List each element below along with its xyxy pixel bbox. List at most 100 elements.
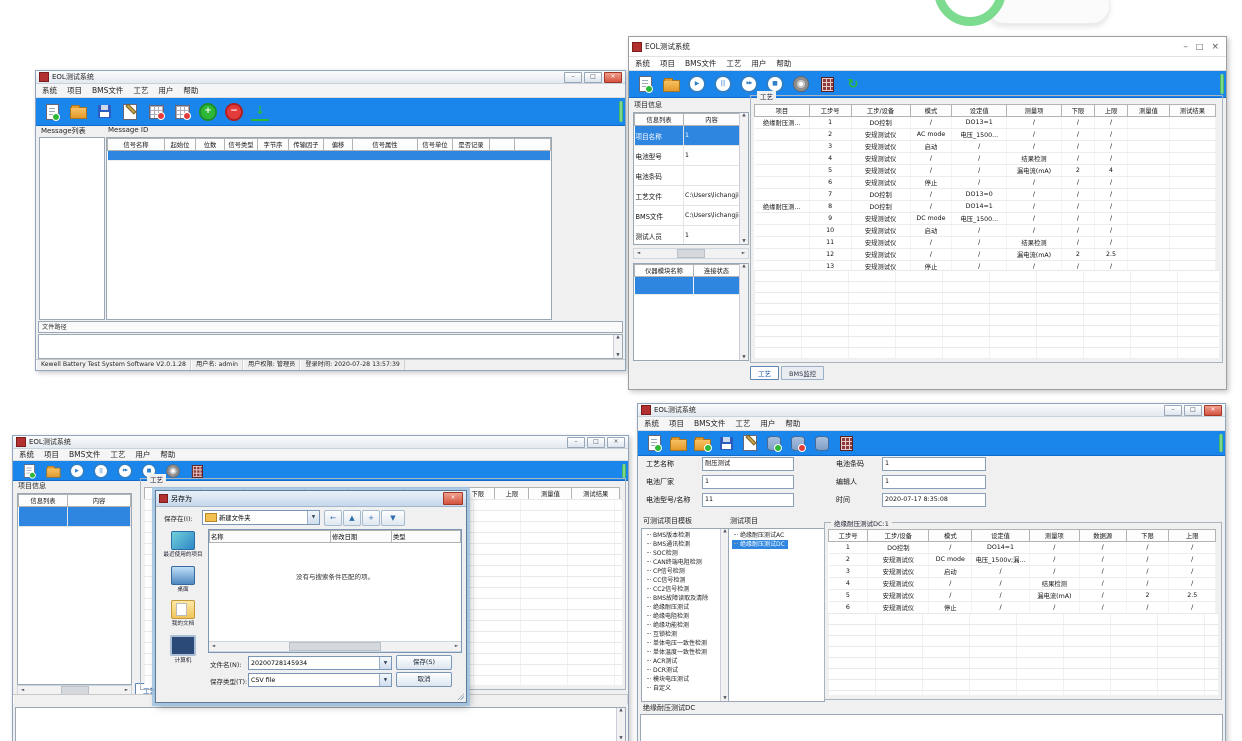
open-folder-icon[interactable] <box>69 104 87 120</box>
column-header[interactable]: 内容 <box>684 114 740 126</box>
info-row[interactable]: 电池条码 <box>635 166 740 186</box>
add-circle-icon[interactable]: + <box>199 104 217 120</box>
process-row[interactable]: 3 安规测试仪启动 // // <box>755 141 1216 153</box>
battery-barcode-input[interactable]: 1 <box>882 457 986 471</box>
resize-grip[interactable] <box>457 693 464 700</box>
place-computer[interactable]: 计算机 <box>160 635 206 665</box>
save-in-combo[interactable]: 新建文件夹 ▼ <box>202 510 320 525</box>
column-header[interactable]: 测量项 <box>1007 105 1062 117</box>
scroll-down-icon[interactable]: ▼ <box>740 239 749 244</box>
menu-item[interactable]: 工艺 <box>735 418 750 429</box>
open-folder-icon[interactable] <box>669 435 687 451</box>
menu-item[interactable]: 系统 <box>644 418 659 429</box>
tree-item[interactable]: CC信号检测 <box>645 576 729 585</box>
scroll-up-icon[interactable]: ▲ <box>740 113 749 118</box>
scroll-left-icon[interactable]: ◄ <box>18 688 27 693</box>
file-name-combo[interactable]: 20200728145934 ▼ <box>248 656 392 670</box>
new-file-icon[interactable] <box>645 435 663 451</box>
stop-icon[interactable]: ■ <box>766 76 784 92</box>
file-type-combo[interactable]: CSV file ▼ <box>248 673 392 687</box>
tree-item[interactable]: 模块电压测试 <box>645 675 729 684</box>
open-folder-icon[interactable] <box>662 76 680 92</box>
process-name-input[interactable]: 耐压测试 <box>702 457 794 471</box>
process-row[interactable]: 10 安规测试仪启动 // // <box>755 225 1216 237</box>
scroll-up-icon[interactable]: ▲ <box>740 264 749 269</box>
scroll-left-icon[interactable]: ◄ <box>209 644 218 649</box>
titlebar[interactable]: EOL测试系统 – □ × <box>638 404 1225 417</box>
selected-row[interactable] <box>108 151 551 161</box>
list-hscrollbar[interactable]: ◄ ► <box>209 641 461 652</box>
table-add-icon[interactable] <box>147 104 165 120</box>
tree-item[interactable]: CP信号检测 <box>645 567 729 576</box>
process-row[interactable]: 6 安规测试仪停止 // // <box>755 177 1216 189</box>
db-edit-icon[interactable] <box>813 435 831 451</box>
titlebar[interactable]: EOL测试系统 – □ × <box>36 71 625 84</box>
tab[interactable]: 工艺 <box>750 366 779 380</box>
calculator-icon[interactable] <box>818 76 836 92</box>
column-header[interactable]: 下限 <box>1061 105 1094 117</box>
column-header[interactable]: 信号属性 <box>353 139 418 151</box>
import-icon[interactable]: ↓ <box>251 103 269 121</box>
battery-model-input[interactable]: 11 <box>702 493 794 507</box>
column-header[interactable]: 上限 <box>1094 105 1127 117</box>
menu-item[interactable]: 帮助 <box>183 85 198 96</box>
scroll-right-icon[interactable]: ► <box>452 644 461 649</box>
tree-item[interactable]: 单体温度一致性检测 <box>645 648 729 657</box>
column-header[interactable]: 名称 <box>210 531 331 543</box>
column-header[interactable]: 上限 <box>495 488 529 500</box>
column-header[interactable]: 位数 <box>196 139 225 151</box>
column-header[interactable]: 内容 <box>68 495 131 507</box>
play-icon[interactable]: ▶ <box>69 464 84 478</box>
column-header[interactable]: 工步号 <box>829 530 868 542</box>
tree-item[interactable]: 绝缘电阻检测 <box>645 612 729 621</box>
column-header[interactable]: 信号单位 <box>418 139 453 151</box>
pause-icon[interactable]: || <box>93 464 108 478</box>
selected-row[interactable] <box>635 277 740 295</box>
menu-item[interactable]: 工艺 <box>133 85 148 96</box>
step-row[interactable]: 1DO控制 /DO14=1 // // <box>829 542 1216 554</box>
tree-item[interactable]: CC2信号检测 <box>645 585 729 594</box>
process-row[interactable]: 2 安规测试仪AC mode 电压_1500.../ // <box>755 129 1216 141</box>
menu-item[interactable]: 项目 <box>44 449 59 460</box>
column-header[interactable]: 模式 <box>929 530 972 542</box>
scroll-right-icon[interactable]: ► <box>739 251 748 256</box>
tab[interactable]: BMS监控 <box>781 366 824 380</box>
file-list[interactable]: 名称修改日期类型 没有与搜索条件匹配的项。 ◄ ► <box>208 529 462 653</box>
table-delete-icon[interactable] <box>173 104 191 120</box>
device-scrollbar[interactable]: ▲ ▼ <box>739 264 748 360</box>
column-header[interactable]: 测量项 <box>1029 530 1079 542</box>
scroll-down-icon[interactable]: ▼ <box>617 736 626 741</box>
column-header[interactable]: 修改日期 <box>331 531 392 543</box>
scroll-right-icon[interactable]: ► <box>122 688 131 693</box>
column-header[interactable]: 项目 <box>755 105 810 117</box>
log-scrollbar[interactable]: ▲ ▼ <box>613 335 622 358</box>
remove-circle-icon[interactable]: − <box>225 104 243 120</box>
column-header[interactable] <box>490 139 515 151</box>
column-header[interactable]: 传输因子 <box>289 139 324 151</box>
info-scrollbar[interactable]: ▲ ▼ <box>739 113 748 244</box>
place-documents[interactable]: 我的文档 <box>160 600 206 628</box>
scroll-thumb[interactable] <box>289 642 381 651</box>
scroll-up-icon[interactable]: ▲ <box>617 708 626 713</box>
step-row[interactable]: 4安规测试仪 // 结果检测/ // <box>829 578 1216 590</box>
column-header[interactable]: 连接状态 <box>694 265 740 277</box>
menu-item[interactable]: 系统 <box>42 85 57 96</box>
editor-input[interactable]: 1 <box>882 475 986 489</box>
column-header[interactable]: 信息列表 <box>19 495 68 507</box>
list-item[interactable]: 绝缘耐压测试DC <box>732 540 788 549</box>
info-row[interactable]: BMS文件 C:\Users\lichangjiang\Desktop\... <box>635 206 740 226</box>
tree-item[interactable]: BMS版本检测 <box>645 531 729 540</box>
disc-icon[interactable] <box>792 76 810 92</box>
time-input[interactable]: 2020-07-17 8:35:08 <box>882 493 986 507</box>
column-header[interactable]: 数据源 <box>1079 530 1126 542</box>
menu-item[interactable]: 帮助 <box>785 418 800 429</box>
tree-item[interactable]: 互锁检测 <box>645 630 729 639</box>
selected-row[interactable] <box>19 507 131 527</box>
column-header[interactable]: 测试结果 <box>572 488 620 500</box>
place-recent[interactable]: 最近使用的项目 <box>160 531 206 559</box>
save-icon[interactable] <box>717 435 735 451</box>
menu-item[interactable]: 用户 <box>751 58 766 69</box>
column-header[interactable]: 测量值 <box>529 488 572 500</box>
list-item[interactable]: 绝缘耐压测试AC <box>732 531 824 540</box>
maximize-button[interactable]: □ <box>1196 42 1204 52</box>
